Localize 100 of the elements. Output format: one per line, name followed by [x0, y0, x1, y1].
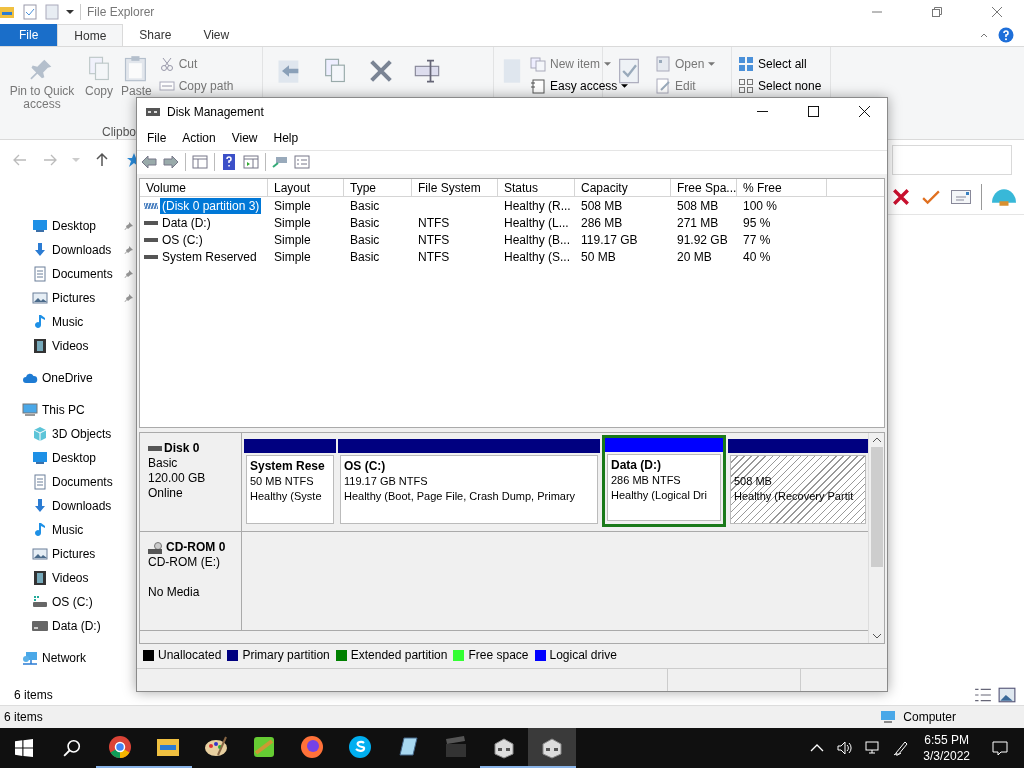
table-cell[interactable]: OS (C:) — [160, 231, 205, 248]
nav-item[interactable]: Data (D:) — [0, 614, 136, 638]
nav-item[interactable]: Music — [0, 518, 136, 542]
path-icon — [158, 78, 175, 94]
nav-item[interactable]: Desktop — [0, 446, 136, 470]
table-cell: Healthy (L... — [504, 215, 569, 230]
scroll-down-icon[interactable] — [871, 633, 882, 640]
chat-logo-icon — [348, 735, 372, 759]
nav-item[interactable]: Documents — [0, 262, 136, 286]
scrollbar[interactable] — [868, 433, 884, 644]
nav-item[interactable]: Network — [0, 646, 136, 670]
caret-down-icon[interactable] — [66, 10, 74, 14]
easy-access-icon — [530, 78, 546, 94]
nav-item[interactable]: Desktop — [0, 214, 136, 238]
speaker-icon[interactable] — [837, 740, 854, 756]
column-header[interactable]: Free Spa... — [671, 179, 737, 198]
table-cell: Healthy (B... — [504, 232, 571, 247]
close-icon[interactable] — [859, 106, 870, 118]
start-icon[interactable] — [15, 739, 33, 757]
nav-item[interactable]: OneDrive — [0, 366, 136, 390]
ribbon-tab[interactable]: File — [0, 24, 58, 46]
menu-item[interactable]: File — [139, 128, 175, 147]
large-icons-view-icon[interactable] — [998, 687, 1016, 703]
action-pane-icon[interactable] — [243, 154, 259, 171]
taskbar-button[interactable] — [528, 728, 576, 768]
nav-item[interactable]: Videos — [0, 334, 136, 358]
nav-item[interactable]: Music — [0, 310, 136, 334]
column-header[interactable]: Layout — [268, 179, 344, 198]
menu-item[interactable]: Action — [174, 128, 224, 147]
envelope-icon[interactable] — [951, 188, 971, 206]
table-cell[interactable]: System Reserved — [160, 248, 259, 265]
clock[interactable]: 6:55 PM 3/3/2022 — [915, 728, 978, 768]
column-header[interactable]: Capacity — [575, 179, 671, 198]
disk-label-panel[interactable]: CD-ROM 0 CD-ROM (E:) No Media — [140, 532, 242, 631]
rename-icon[interactable] — [413, 57, 441, 85]
scroll-thumb[interactable] — [870, 447, 883, 568]
console-tree-icon[interactable] — [192, 154, 208, 171]
disk-detail: CD-ROM (E:) — [148, 555, 221, 571]
nav-item[interactable]: Documents — [0, 470, 136, 494]
cross-icon[interactable] — [891, 188, 911, 206]
shell-icon[interactable] — [992, 188, 1016, 206]
legend-label: Primary partition — [242, 648, 330, 663]
up-arrow-icon[interactable] — [94, 152, 110, 168]
ribbon-tab[interactable]: View — [187, 24, 246, 46]
ribbon-button[interactable]: Select all — [736, 55, 824, 73]
help-icon[interactable] — [221, 154, 237, 171]
checklist-icon[interactable] — [294, 154, 310, 171]
pin-icon[interactable] — [124, 293, 134, 303]
partition-block[interactable]: Data (D:) 286 MB NTFS Healthy (Logical Dri — [602, 435, 726, 528]
edit-icon — [655, 78, 671, 94]
nav-item[interactable]: Downloads — [0, 238, 136, 262]
maximize-icon[interactable] — [808, 106, 819, 118]
table-cell: 91.92 GB — [677, 232, 728, 247]
pin-icon[interactable] — [124, 221, 134, 231]
partition-size: 508 MB — [734, 474, 772, 490]
back-arrow-icon[interactable] — [141, 154, 157, 171]
menu-item[interactable]: Help — [265, 128, 307, 147]
checkmark-icon[interactable] — [921, 188, 941, 206]
table-cell: Simple — [274, 232, 311, 247]
column-header[interactable]: Volume — [140, 179, 268, 198]
picture-icon — [32, 290, 48, 306]
table-cell: 40 % — [743, 249, 771, 264]
ribbon-tab[interactable]: Home — [57, 24, 124, 46]
computer-icon — [879, 709, 898, 725]
details-view-icon[interactable] — [974, 687, 992, 703]
table-cell[interactable]: (Disk 0 partition 3) — [160, 197, 262, 214]
properties-icon[interactable] — [22, 4, 38, 20]
table-cell[interactable]: Data (D:) — [160, 214, 213, 231]
nav-item[interactable]: Pictures — [0, 286, 136, 310]
pen-icon[interactable] — [893, 740, 910, 756]
pin-icon[interactable] — [124, 245, 134, 255]
help-icon[interactable] — [998, 27, 1014, 43]
column-header[interactable]: Type — [344, 179, 412, 198]
column-header[interactable]: Status — [498, 179, 575, 198]
nav-item[interactable]: 3D Objects — [0, 422, 136, 446]
column-header[interactable]: File System — [412, 179, 498, 198]
disk-label-panel[interactable]: Disk 0 Basic 120.00 GB Online — [140, 433, 242, 532]
ribbon-button[interactable]: Select none — [736, 77, 824, 95]
menu-item[interactable]: View — [223, 128, 266, 147]
nav-item[interactable]: Downloads — [0, 494, 136, 518]
nav-item[interactable]: Pictures — [0, 542, 136, 566]
scroll-up-icon[interactable] — [871, 437, 882, 444]
search-icon[interactable] — [63, 739, 81, 757]
nav-item[interactable]: OS (C:) — [0, 590, 136, 614]
window-title: File Explorer — [87, 5, 155, 19]
nav-item[interactable]: Videos — [0, 566, 136, 590]
ribbon-button[interactable]: Easy access — [528, 77, 631, 95]
status-location: Computer — [903, 710, 956, 724]
search-field[interactable] — [892, 145, 1012, 175]
pin-icon[interactable] — [124, 269, 134, 279]
caret-down-icon — [708, 62, 716, 66]
connect-icon[interactable] — [272, 154, 288, 171]
ribbon-tab[interactable]: Share — [123, 24, 188, 46]
restore-icon[interactable] — [932, 7, 942, 17]
notification-icon[interactable] — [992, 740, 1008, 756]
nav-item[interactable]: This PC — [0, 398, 136, 422]
forward-arrow-icon[interactable] — [163, 154, 179, 171]
network-icon[interactable] — [865, 740, 882, 756]
column-header[interactable]: % Free — [737, 179, 827, 198]
picture-icon — [32, 546, 48, 562]
